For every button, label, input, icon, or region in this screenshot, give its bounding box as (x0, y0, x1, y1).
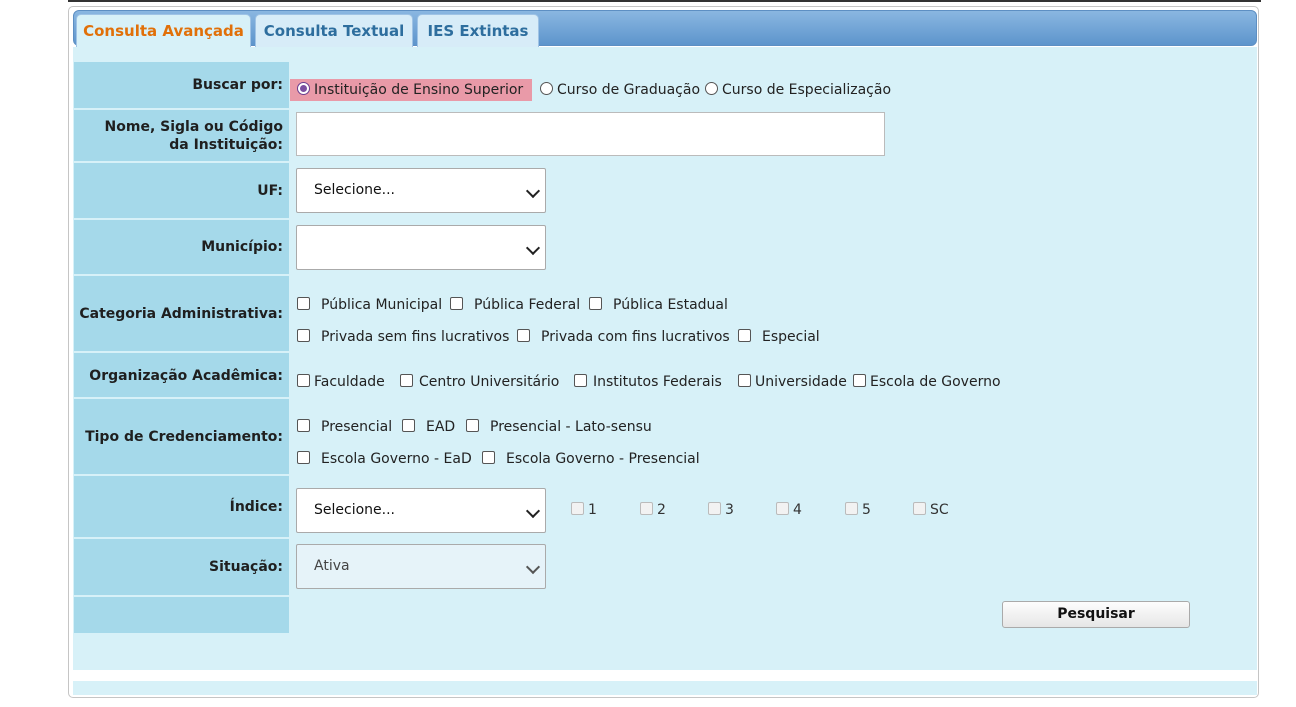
checkbox-box[interactable] (574, 374, 587, 387)
checkbox-box[interactable] (571, 502, 584, 515)
checkbox-escola-governo[interactable]: Escola de Governo (853, 374, 1001, 390)
label-categoria: Categoria Administrativa: (74, 276, 289, 351)
situacao-select[interactable]: Ativa (296, 544, 546, 589)
municipio-select[interactable] (296, 225, 546, 270)
radio-especializacao-label: Curso de Especialização (722, 82, 892, 98)
checkbox-box[interactable] (738, 329, 751, 342)
radio-graduacao[interactable]: Curso de Graduação (540, 82, 700, 98)
checkbox-box[interactable] (297, 329, 310, 342)
checkbox-box[interactable] (913, 502, 926, 515)
checkbox-box[interactable] (640, 502, 653, 515)
tab-ies-extintas[interactable]: IES Extintas (417, 14, 539, 47)
checkbox-box[interactable] (297, 419, 310, 432)
tab-consulta-textual[interactable]: Consulta Textual (255, 14, 413, 47)
radio-graduacao-button[interactable] (540, 82, 553, 95)
checkbox-box[interactable] (853, 374, 866, 387)
checkbox-box[interactable] (402, 419, 415, 432)
checkbox-indice-2[interactable]: 2 (640, 502, 666, 518)
radio-ies-label: Instituição de Ensino Superior (314, 82, 524, 98)
footer-bar (73, 681, 1257, 695)
checkbox-institutos-federais[interactable]: Institutos Federais (574, 374, 722, 390)
label-situacao: Situação: (74, 539, 289, 595)
label-uf: UF: (74, 163, 289, 218)
checkbox-faculdade[interactable]: Faculdade (297, 374, 385, 390)
checkbox-box[interactable] (400, 374, 413, 387)
radio-especializacao[interactable]: Curso de Especialização (705, 82, 891, 98)
checkbox-indice-4[interactable]: 4 (776, 502, 802, 518)
checkbox-centro-universitario[interactable]: Centro Universitário (400, 374, 559, 390)
label-nome: Nome, Sigla ou Código da Instituição: (74, 110, 289, 161)
radio-ies-button[interactable] (297, 82, 310, 95)
chevron-down-icon (525, 240, 541, 256)
checkbox-box[interactable] (738, 374, 751, 387)
checkbox-box[interactable] (466, 419, 479, 432)
chevron-down-icon (525, 559, 541, 575)
pesquisar-button[interactable]: Pesquisar (1002, 601, 1190, 628)
radio-especializacao-button[interactable] (705, 82, 718, 95)
checkbox-especial[interactable]: Especial (738, 329, 820, 345)
checkbox-box[interactable] (589, 297, 602, 310)
label-indice: Índice: (74, 476, 289, 537)
checkbox-privada-com-fins[interactable]: Privada com fins lucrativos (517, 329, 730, 345)
checkbox-escola-governo-ead[interactable]: Escola Governo - EaD (297, 451, 472, 467)
indice-select[interactable]: Selecione... (296, 488, 546, 533)
checkbox-escola-governo-presencial[interactable]: Escola Governo - Presencial (482, 451, 700, 467)
checkbox-box[interactable] (776, 502, 789, 515)
checkbox-box[interactable] (708, 502, 721, 515)
checkbox-indice-5[interactable]: 5 (845, 502, 871, 518)
checkbox-box[interactable] (297, 451, 310, 464)
top-border (68, 0, 1261, 2)
checkbox-privada-sem-fins[interactable]: Privada sem fins lucrativos (297, 329, 509, 345)
checkbox-publica-municipal[interactable]: Pública Municipal (297, 297, 442, 313)
checkbox-box[interactable] (297, 374, 310, 387)
checkbox-indice-1[interactable]: 1 (571, 502, 597, 518)
checkbox-indice-sc[interactable]: SC (913, 502, 949, 518)
label-municipio: Município: (74, 220, 289, 274)
checkbox-box[interactable] (450, 297, 463, 310)
label-organizacao: Organização Acadêmica: (74, 353, 289, 397)
uf-select[interactable]: Selecione... (296, 168, 546, 213)
checkbox-presencial[interactable]: Presencial (297, 419, 392, 435)
checkbox-ead[interactable]: EAD (402, 419, 455, 435)
checkbox-publica-estadual[interactable]: Pública Estadual (589, 297, 728, 313)
checkbox-presencial-lato[interactable]: Presencial - Lato-sensu (466, 419, 652, 435)
nome-input[interactable] (296, 112, 885, 156)
checkbox-publica-federal[interactable]: Pública Federal (450, 297, 580, 313)
checkbox-universidade[interactable]: Universidade (738, 374, 847, 390)
radio-graduacao-label: Curso de Graduação (557, 82, 701, 98)
tab-consulta-avancada[interactable]: Consulta Avançada (76, 14, 251, 48)
label-credenciamento: Tipo de Credenciamento: (74, 399, 289, 474)
chevron-down-icon (525, 503, 541, 519)
label-empty (74, 597, 289, 633)
checkbox-box[interactable] (517, 329, 530, 342)
checkbox-box[interactable] (845, 502, 858, 515)
checkbox-box[interactable] (482, 451, 495, 464)
checkbox-indice-3[interactable]: 3 (708, 502, 734, 518)
radio-ies[interactable]: Instituição de Ensino Superior (297, 82, 523, 98)
label-buscar-por: Buscar por: (74, 62, 289, 108)
checkbox-box[interactable] (297, 297, 310, 310)
chevron-down-icon (525, 183, 541, 199)
